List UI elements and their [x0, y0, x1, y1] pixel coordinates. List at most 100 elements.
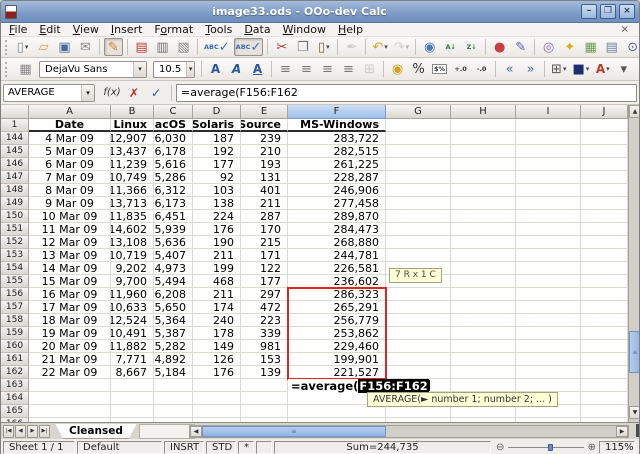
cell-B151[interactable]: 14,602: [111, 223, 154, 236]
sum-display[interactable]: Sum=244,735: [274, 441, 491, 454]
cell-C159[interactable]: 5,387: [154, 327, 193, 340]
cell-C161[interactable]: 4,892: [154, 353, 193, 366]
row-header-151[interactable]: 151: [1, 223, 29, 236]
cell-D150[interactable]: 224: [193, 210, 241, 223]
row-header-145[interactable]: 145: [1, 145, 29, 158]
menu-insert[interactable]: Insert: [105, 23, 149, 37]
row-header-160[interactable]: 160: [1, 340, 29, 353]
paste-icon[interactable]: ▯▾: [314, 38, 333, 56]
cell-G150[interactable]: [386, 210, 451, 223]
cell-D148[interactable]: 103: [193, 184, 241, 197]
data-sources-icon[interactable]: ▤: [602, 38, 621, 56]
select-all-corner[interactable]: [1, 105, 29, 119]
cell-H146[interactable]: [451, 158, 516, 171]
cell-A154[interactable]: 14 Mar 09: [29, 262, 111, 275]
cell-B159[interactable]: 10,491: [111, 327, 154, 340]
toolbar-grip[interactable]: [5, 40, 7, 55]
cell-F147[interactable]: 228,287: [288, 171, 386, 184]
cell-C151[interactable]: 5,939: [154, 223, 193, 236]
cell-C144[interactable]: 6,030: [154, 132, 193, 145]
cell-I157[interactable]: [516, 301, 581, 314]
cell-B164[interactable]: [111, 392, 154, 405]
align-center-icon[interactable]: ≡: [297, 60, 316, 78]
align-left-icon[interactable]: ≡: [276, 60, 295, 78]
cell-J153[interactable]: [581, 249, 628, 262]
gallery-icon[interactable]: ▦: [581, 38, 600, 56]
cell-G162[interactable]: [386, 366, 451, 379]
row-header-150[interactable]: 150: [1, 210, 29, 223]
cell-J148[interactable]: [581, 184, 628, 197]
cell-C150[interactable]: 6,451: [154, 210, 193, 223]
cell-H154[interactable]: [451, 262, 516, 275]
column-header-F[interactable]: F: [288, 105, 386, 119]
hyperlink-icon[interactable]: ◉: [420, 38, 439, 56]
name-box[interactable]: AVERAGE ▾: [3, 84, 95, 102]
cell-B150[interactable]: 11,835: [111, 210, 154, 223]
row-header-149[interactable]: 149: [1, 197, 29, 210]
cell-A160[interactable]: 20 Mar 09: [29, 340, 111, 353]
cell-A163[interactable]: [29, 379, 111, 392]
function-wizard-icon[interactable]: f(x): [102, 84, 122, 102]
cut-icon[interactable]: ✂: [272, 38, 291, 56]
menu-help[interactable]: Help: [332, 23, 369, 37]
cell-I158[interactable]: [516, 314, 581, 327]
cell-E163[interactable]: [241, 379, 288, 392]
column-header-A[interactable]: A: [29, 105, 111, 119]
cell-D158[interactable]: 240: [193, 314, 241, 327]
cell-F161[interactable]: 199,901: [288, 353, 386, 366]
row-header-147[interactable]: 147: [1, 171, 29, 184]
insert-chart-icon[interactable]: ●: [490, 38, 509, 56]
cell-D146[interactable]: 177: [193, 158, 241, 171]
cell-B153[interactable]: 10,719: [111, 249, 154, 262]
cell-H163[interactable]: [451, 379, 516, 392]
cell-H159[interactable]: [451, 327, 516, 340]
cell-F151[interactable]: 284,473: [288, 223, 386, 236]
cell-E147[interactable]: 131: [241, 171, 288, 184]
cell-H1[interactable]: [451, 119, 516, 132]
row-header-165[interactable]: 165: [1, 405, 29, 418]
cell-D151[interactable]: 176: [193, 223, 241, 236]
cell-J157[interactable]: [581, 301, 628, 314]
horizontal-scrollbar[interactable]: ◀ ≡ ▶: [189, 425, 629, 438]
cell-B165[interactable]: [111, 405, 154, 418]
align-justified-icon[interactable]: ≡: [339, 60, 358, 78]
zoom-icon[interactable]: ⊙: [623, 38, 640, 56]
cell-D144[interactable]: 187: [193, 132, 241, 145]
cell-F156[interactable]: 286,323: [288, 288, 386, 301]
scroll-up-icon[interactable]: ▲: [629, 105, 639, 118]
sort-ascending-icon[interactable]: A↓: [441, 38, 460, 56]
font-name-combo[interactable]: DejaVu Sans ▾: [39, 61, 147, 78]
chevron-down-icon[interactable]: ▾: [133, 62, 146, 77]
cell-F149[interactable]: 277,458: [288, 197, 386, 210]
cell-I154[interactable]: [516, 262, 581, 275]
cell-F153[interactable]: 244,781: [288, 249, 386, 262]
cell-A145[interactable]: 5 Mar 09: [29, 145, 111, 158]
cell-H157[interactable]: [451, 301, 516, 314]
cell-J154[interactable]: [581, 262, 628, 275]
navigator-icon[interactable]: ✦: [560, 38, 579, 56]
cell-G152[interactable]: [386, 236, 451, 249]
cell-E162[interactable]: 139: [241, 366, 288, 379]
cell-C147[interactable]: 5,286: [154, 171, 193, 184]
cell-B145[interactable]: 13,437: [111, 145, 154, 158]
zoom-thumb[interactable]: [548, 444, 553, 451]
cell-J1[interactable]: [581, 119, 628, 132]
cell-B160[interactable]: 11,882: [111, 340, 154, 353]
cell-J163[interactable]: [581, 379, 628, 392]
cell-H158[interactable]: [451, 314, 516, 327]
page-style[interactable]: Default: [77, 441, 162, 454]
currency-format-icon[interactable]: ◉: [388, 60, 407, 78]
selection-mode[interactable]: STD: [206, 441, 236, 454]
cell-J144[interactable]: [581, 132, 628, 145]
cell-A165[interactable]: [29, 405, 111, 418]
cell-A147[interactable]: 7 Mar 09: [29, 171, 111, 184]
cell-I147[interactable]: [516, 171, 581, 184]
cell-A153[interactable]: 13 Mar 09: [29, 249, 111, 262]
cell-D156[interactable]: 211: [193, 288, 241, 301]
column-header-G[interactable]: G: [386, 105, 451, 119]
cell-E151[interactable]: 170: [241, 223, 288, 236]
row-header-1[interactable]: 1: [1, 119, 29, 132]
cell-C146[interactable]: 5,616: [154, 158, 193, 171]
cell-J145[interactable]: [581, 145, 628, 158]
cell-G151[interactable]: [386, 223, 451, 236]
